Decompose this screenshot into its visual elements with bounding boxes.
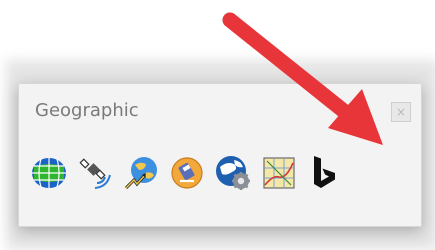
- route-globe-button[interactable]: [121, 153, 161, 193]
- bing-maps-button[interactable]: [305, 153, 345, 193]
- tool-row: [29, 148, 351, 198]
- globe-grid-icon: [32, 158, 66, 188]
- map-pin-scale-icon: [171, 157, 203, 189]
- toolbar-title: Geographic: [35, 100, 139, 121]
- map-grid-button[interactable]: [259, 153, 299, 193]
- close-button[interactable]: ×: [391, 102, 411, 122]
- geo-settings-button[interactable]: [213, 153, 253, 193]
- bing-logo-icon: [314, 156, 335, 188]
- geographic-toolbar-window: Geographic ×: [18, 83, 422, 227]
- globe-settings-icon: [216, 156, 250, 190]
- toolbar-titlebar[interactable]: Geographic ×: [19, 84, 421, 142]
- gps-satellite-icon: [79, 158, 111, 189]
- locate-button[interactable]: [167, 153, 207, 193]
- map-grid-icon: [263, 157, 295, 189]
- gps-button[interactable]: [75, 153, 115, 193]
- globe-path-icon: [124, 157, 157, 190]
- globe-grid-button[interactable]: [29, 153, 69, 193]
